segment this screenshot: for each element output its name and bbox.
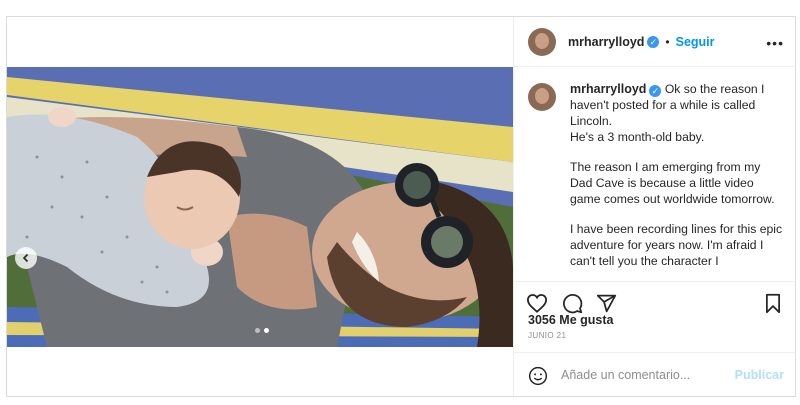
carousel-dot [255, 328, 260, 333]
caption-username[interactable]: mrharrylloyd [570, 82, 646, 96]
author-avatar[interactable] [528, 27, 556, 56]
heart-icon[interactable] [526, 293, 548, 313]
instagram-post: mrharrylloyd ✓ • Seguir ••• mrharrylloyd… [6, 16, 796, 397]
comment-bar: Publicar [514, 352, 796, 397]
photo-illustration [7, 67, 513, 347]
chevron-left-icon [22, 253, 29, 263]
separator-dot: • [665, 34, 670, 49]
caption-paragraph: I have been recording lines for this epi… [570, 222, 783, 268]
carousel-indicator [255, 328, 269, 333]
caption-text: mrharrylloyd ✓ Ok so the reason I haven't… [570, 81, 784, 281]
author-username[interactable]: mrharrylloyd [568, 35, 644, 49]
publish-button[interactable]: Publicar [735, 368, 784, 382]
emoji-icon[interactable] [528, 366, 548, 386]
like-count[interactable]: 3056 Me gusta [528, 313, 613, 327]
more-icon[interactable]: ••• [766, 35, 784, 51]
caption-paragraph: The reason I am emerging from my Dad Cav… [570, 160, 775, 206]
previous-slide-button[interactable] [15, 247, 37, 269]
caption-avatar[interactable] [528, 83, 556, 111]
caption-area: mrharrylloyd ✓ Ok so the reason I haven't… [514, 67, 796, 282]
post-header: mrharrylloyd ✓ • Seguir ••• [514, 17, 796, 67]
verified-badge-icon: ✓ [647, 35, 660, 48]
post-sidebar: mrharrylloyd ✓ • Seguir ••• mrharrylloyd… [513, 17, 796, 396]
share-icon[interactable] [596, 293, 617, 314]
comment-icon[interactable] [562, 293, 583, 314]
post-date[interactable]: JUNIO 21 [528, 331, 566, 340]
comment-input[interactable] [559, 363, 733, 387]
post-photo[interactable] [7, 67, 513, 347]
carousel-dot-active [264, 328, 269, 333]
follow-button[interactable]: Seguir [676, 35, 715, 49]
bookmark-icon[interactable] [764, 293, 782, 314]
verified-badge-icon: ✓ [649, 85, 662, 97]
